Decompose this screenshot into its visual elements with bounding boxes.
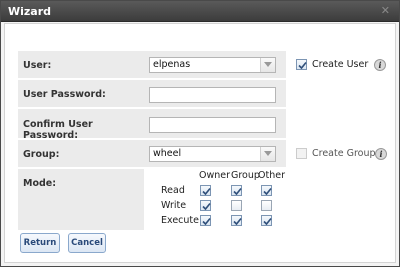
password-input[interactable] [149, 87, 276, 103]
title-bar[interactable]: Wizard ✕ [1, 1, 399, 22]
group-select[interactable]: wheel [149, 146, 276, 162]
wizard-window: Wizard ✕ User: elpenas Create User i Use… [0, 0, 400, 267]
close-icon[interactable]: ✕ [381, 4, 390, 17]
user-row: User: elpenas Create User i [18, 50, 393, 78]
mode-header-group: Group [231, 170, 260, 181]
password-label: User Password: [23, 89, 106, 100]
return-button[interactable]: Return [20, 233, 60, 253]
user-select[interactable]: elpenas [149, 57, 276, 73]
mode-header-other: Other [258, 170, 285, 181]
chevron-down-icon[interactable] [260, 147, 275, 161]
group-select-value: wheel [153, 148, 182, 159]
mode-execute-label: Execute [161, 215, 199, 226]
mode-write-other-checkbox[interactable] [261, 200, 272, 211]
group-label: Group: [23, 149, 60, 160]
cancel-button[interactable]: Cancel [68, 233, 106, 253]
mode-write-owner-checkbox[interactable] [200, 200, 211, 211]
group-row: Group: wheel Create Group i [18, 139, 393, 167]
user-select-value: elpenas [153, 59, 191, 70]
create-user-checkbox[interactable] [296, 59, 307, 70]
confirm-password-row: Confirm User Password: [18, 108, 393, 141]
info-icon[interactable]: i [374, 59, 386, 71]
mode-read-other-checkbox[interactable] [261, 185, 272, 196]
mode-execute-other-checkbox[interactable] [261, 215, 272, 226]
create-user-label: Create User [312, 59, 369, 70]
mode-execute-group-checkbox[interactable] [231, 215, 242, 226]
confirm-password-label: Confirm User Password: [23, 119, 93, 141]
mode-read-label: Read [161, 185, 185, 196]
mode-label: Mode: [23, 178, 57, 189]
mode-read-group-checkbox[interactable] [231, 185, 242, 196]
chevron-down-icon[interactable] [260, 58, 275, 72]
create-group-label: Create Group [312, 148, 376, 159]
mode-read-owner-checkbox[interactable] [200, 185, 211, 196]
mode-execute-owner-checkbox[interactable] [200, 215, 211, 226]
window-title: Wizard [8, 5, 52, 18]
mode-write-label: Write [161, 200, 187, 211]
mode-write-group-checkbox[interactable] [231, 200, 242, 211]
confirm-password-input[interactable] [149, 117, 276, 133]
create-group-checkbox[interactable] [296, 148, 307, 159]
mode-header-owner: Owner [199, 170, 231, 181]
password-row: User Password: [18, 79, 393, 107]
user-label: User: [23, 60, 52, 71]
info-icon[interactable]: i [375, 148, 387, 160]
